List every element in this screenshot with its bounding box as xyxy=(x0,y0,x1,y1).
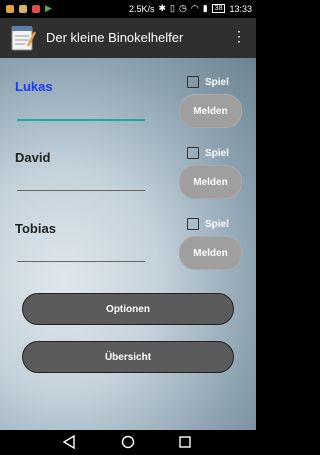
spiel-checkbox[interactable] xyxy=(187,147,199,159)
network-speed: 2.5K/s xyxy=(128,3,155,14)
notepad-icon xyxy=(11,26,36,51)
player-row: Tobias Spiel Melden xyxy=(0,214,256,284)
status-bar: ▶ 2.5K/s ✱ ▯ ◷ ◠ ▮ 38 13:33 xyxy=(0,0,256,18)
bluetooth-icon: ✱ xyxy=(158,3,167,13)
spiel-label: Spiel xyxy=(205,219,229,230)
play-store-icon: ▶ xyxy=(45,3,52,13)
notification-app-icon xyxy=(32,4,40,13)
main-content: Lukas Spiel Melden David Spiel Melden To… xyxy=(0,58,256,430)
battery-indicator: 38 xyxy=(211,4,226,13)
clock: 13:33 xyxy=(229,3,252,14)
melden-button[interactable]: Melden xyxy=(179,236,242,270)
melden-button[interactable]: Melden xyxy=(179,94,242,128)
input-underline xyxy=(17,261,145,262)
vibrate-icon: ▯ xyxy=(170,3,175,13)
player-name-input[interactable]: Lukas xyxy=(15,79,53,94)
recents-icon[interactable] xyxy=(178,435,192,449)
spiel-checkbox[interactable] xyxy=(187,218,199,230)
status-indicators: 2.5K/s ✱ ▯ ◷ ◠ ▮ 38 13:33 xyxy=(129,3,252,14)
spiel-label: Spiel xyxy=(205,148,229,159)
app-bar: Der kleine Binokelhelfer ⋮ xyxy=(0,18,256,58)
app-title: Der kleine Binokelhelfer xyxy=(46,30,184,45)
player-name-input[interactable]: Tobias xyxy=(15,221,56,236)
input-underline xyxy=(17,190,145,191)
back-icon[interactable] xyxy=(62,435,76,449)
uebersicht-button[interactable]: Übersicht xyxy=(22,341,234,373)
notification-app-icon xyxy=(19,4,27,13)
melden-button[interactable]: Melden xyxy=(179,165,242,199)
notification-icons: ▶ xyxy=(6,3,52,14)
signal-icon: ▮ xyxy=(202,3,208,13)
spiel-label: Spiel xyxy=(205,77,229,88)
player-row: Lukas Spiel Melden xyxy=(0,72,256,142)
more-vert-icon[interactable]: ⋮ xyxy=(232,29,246,43)
wifi-icon: ◠ xyxy=(190,3,199,13)
input-underline xyxy=(17,119,145,121)
notification-app-icon xyxy=(6,4,14,13)
spiel-checkbox[interactable] xyxy=(187,76,199,88)
home-icon[interactable] xyxy=(121,435,135,449)
navigation-bar xyxy=(0,430,256,455)
alarm-icon: ◷ xyxy=(179,3,187,13)
optionen-button[interactable]: Optionen xyxy=(22,293,234,325)
player-row: David Spiel Melden xyxy=(0,143,256,213)
player-name-input[interactable]: David xyxy=(15,150,50,165)
